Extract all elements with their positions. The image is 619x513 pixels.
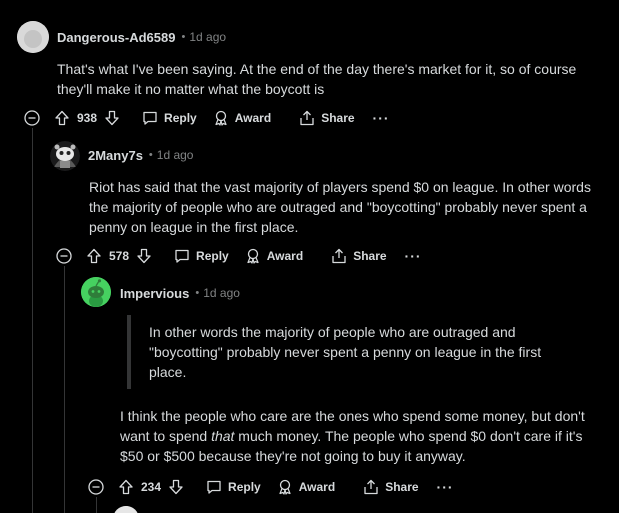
collapse-minus-icon [88,479,104,495]
award-button[interactable]: Award [245,248,303,264]
avatar[interactable] [113,506,139,513]
award-label: Award [234,111,272,125]
more-options-button[interactable]: ··· [437,479,454,495]
comment-text-line: penny on league in the first place. [89,219,299,235]
comment-text-line: the majority of people who are outraged … [89,199,587,215]
collapse-minus-icon [24,110,40,126]
upvote-arrow-icon[interactable] [118,479,134,495]
comment-text-fragment: want to spend [120,428,212,444]
comment-actions: 234 Reply Award Share ··· [88,474,454,500]
comment-body: I think the people who care are the ones… [120,406,585,466]
thread-line[interactable] [32,128,33,513]
vote-count: 578 [109,249,130,263]
comment-body: Riot has said that the vast majority of … [89,177,591,237]
avatar[interactable] [17,21,49,53]
comment-body: That's what I've been saying. At the end… [57,59,576,99]
quote-text-line: In other words the majority of people wh… [149,324,516,340]
comment-text-line: Riot has said that the vast majority of … [89,179,591,195]
separator-dot: • [195,287,200,299]
thread-line[interactable] [64,266,65,513]
username[interactable]: Dangerous-Ad6589 [57,30,175,45]
share-label: Share [385,480,419,494]
share-label: Share [353,249,387,263]
vote-group: 578 [86,248,152,264]
award-icon [215,110,227,126]
reply-label: Reply [228,480,261,494]
more-options-button[interactable]: ··· [373,110,390,126]
avatar[interactable] [81,277,111,307]
share-button[interactable]: Share [331,248,387,264]
emphasized-text: that [211,428,235,444]
collapse-button[interactable] [24,110,40,126]
award-button[interactable]: Award [213,110,271,126]
award-label: Award [298,480,336,494]
blockquote: In other words the majority of people wh… [127,315,551,389]
reply-bubble-icon [175,249,189,263]
upvote-arrow-icon[interactable] [54,110,70,126]
default-avatar-icon [17,21,49,53]
award-icon [279,479,291,495]
snoo-avatar-icon [114,506,138,513]
vote-group: 938 [54,110,120,126]
quote-text-line: "boycotting" probably never spent a penn… [149,344,542,360]
username[interactable]: 2Many7s [88,148,143,163]
username[interactable]: Impervious [120,286,189,301]
downvote-arrow-icon[interactable] [136,248,152,264]
share-button[interactable]: Share [363,479,419,495]
comment-text-fragment: much money. The people who spend $0 don'… [234,428,583,444]
reply-label: Reply [164,111,197,125]
reply-bubble-icon [207,480,221,494]
comment-meta: Dangerous-Ad6589 • 1d ago [57,28,226,46]
avatar[interactable] [50,141,80,171]
award-label: Award [266,249,304,263]
quote-text: In other words the majority of people wh… [149,322,541,382]
vote-group: 234 [118,479,184,495]
comment-text-line: they'll make it no matter what the boyco… [57,81,325,97]
reply-button[interactable]: Reply [174,248,229,264]
share-label: Share [321,111,355,125]
comment-meta: 2Many7s • 1d ago [88,146,193,164]
timestamp[interactable]: 1d ago [189,30,226,44]
comment-text-line: I think the people who care are the ones… [120,408,585,424]
vote-count: 938 [77,111,98,125]
downvote-arrow-icon[interactable] [168,479,184,495]
collapse-button[interactable] [56,248,72,264]
comment-text-line: That's what I've been saying. At the end… [57,61,577,77]
separator-dot: • [148,149,153,161]
comment-text-line: $50 or $500 because they're not going to… [120,448,466,464]
reply-button[interactable]: Reply [142,110,197,126]
vote-count: 234 [141,480,162,494]
share-button[interactable]: Share [299,110,355,126]
upvote-arrow-icon[interactable] [86,248,102,264]
snoo-avatar-icon [81,277,111,307]
quote-text-line: place. [149,364,187,380]
award-button[interactable]: Award [277,479,335,495]
timestamp[interactable]: 1d ago [203,286,240,300]
comment-actions: 578 Reply Award Share ··· [56,243,422,269]
share-icon [364,479,378,495]
reply-label: Reply [196,249,229,263]
timestamp[interactable]: 1d ago [157,148,194,162]
collapse-minus-icon [56,248,72,264]
comment-actions: 938 Reply Award Share ··· [24,105,390,131]
share-icon [300,110,314,126]
downvote-arrow-icon[interactable] [104,110,120,126]
comment-meta: Impervious • 1d ago [120,284,240,302]
reply-button[interactable]: Reply [206,479,261,495]
comment-text-line: want to spend that much money. The peopl… [120,426,585,446]
snoo-avatar-icon [50,141,80,171]
share-icon [332,248,346,264]
separator-dot: • [181,31,186,43]
reply-bubble-icon [143,111,157,125]
more-options-button[interactable]: ··· [405,248,422,264]
award-icon [247,248,259,264]
collapse-button[interactable] [88,479,104,495]
